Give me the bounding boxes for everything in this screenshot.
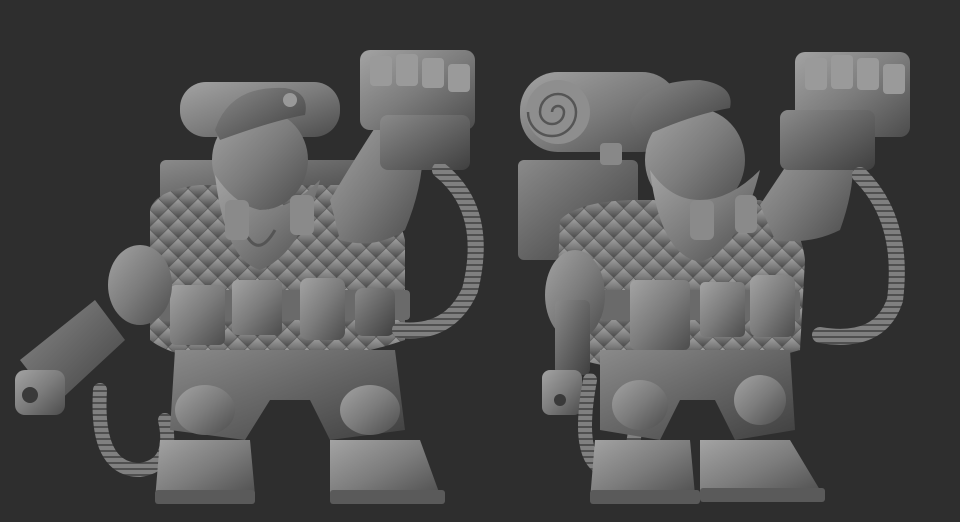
dwarf-figure-right <box>518 52 910 504</box>
pistol-left <box>15 300 125 415</box>
pouch <box>232 280 282 335</box>
pouch <box>170 285 225 345</box>
pouch <box>700 282 745 337</box>
bell-canister <box>355 288 395 336</box>
knee-pad <box>340 385 400 435</box>
left-arm <box>108 245 172 325</box>
knee-pad <box>175 385 235 435</box>
pouch <box>630 280 690 350</box>
render-viewport <box>0 0 960 522</box>
knee-pad <box>734 375 786 425</box>
knee-pad <box>612 380 668 430</box>
power-fist-right <box>780 52 910 170</box>
sculpt-render <box>15 50 910 504</box>
grenade-canister <box>300 278 345 340</box>
dwarf-figure-left <box>15 50 484 504</box>
grenade-canister <box>750 275 795 337</box>
hose <box>92 383 175 478</box>
